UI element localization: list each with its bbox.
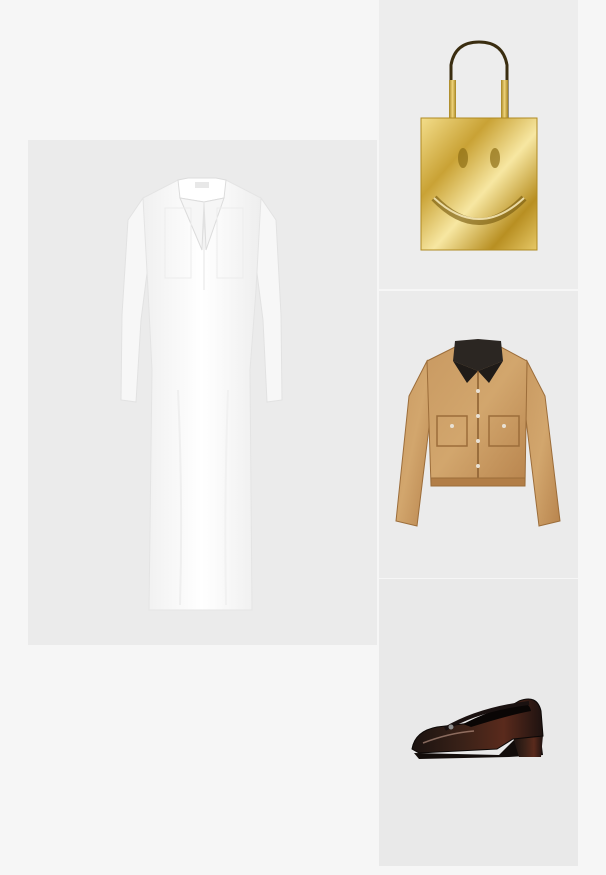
black-mary-jane-pump-image — [411, 698, 544, 759]
product-tile-dress[interactable] — [28, 140, 377, 645]
product-tile-shoe[interactable] — [379, 579, 578, 866]
tan-suede-jacket-image — [395, 339, 561, 527]
product-tile-jacket[interactable] — [379, 291, 578, 578]
white-shirt-dress-image — [120, 177, 283, 611]
gold-smiley-tote-image — [420, 40, 538, 251]
product-tile-bag[interactable] — [379, 0, 578, 289]
